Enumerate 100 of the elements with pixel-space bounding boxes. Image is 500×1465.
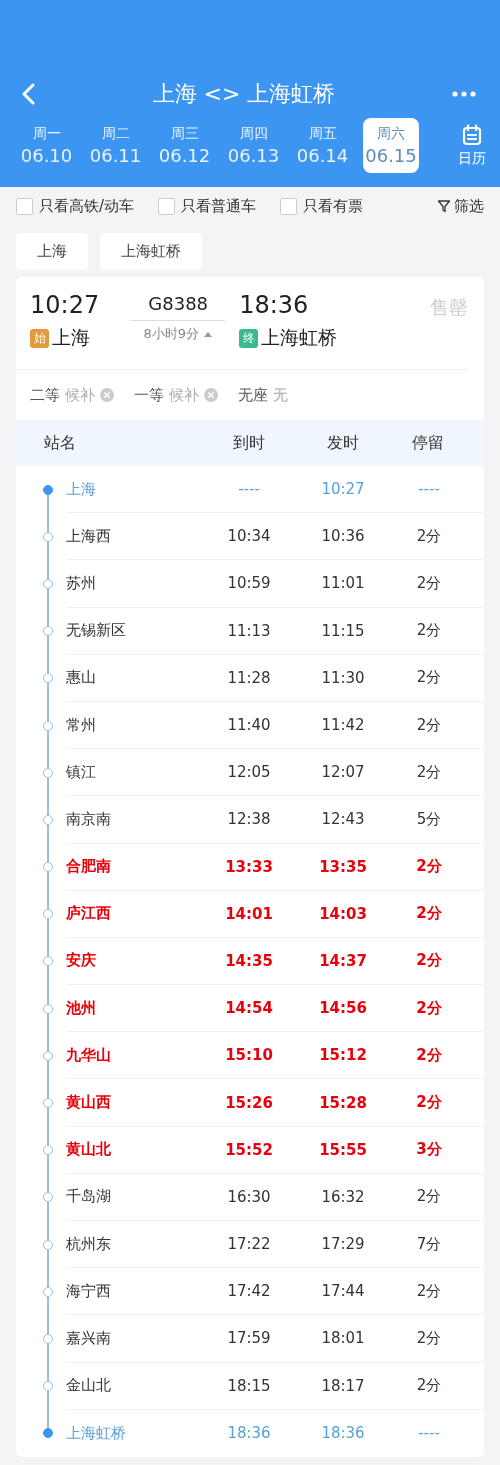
- depart-cell-text: 12:43: [320, 810, 366, 829]
- station-name: 镇江: [66, 762, 97, 782]
- arrive-cell-text: 14:01: [224, 904, 274, 923]
- start-badge: 始: [30, 328, 49, 348]
- arrive-cell-text: 11:13: [226, 621, 272, 640]
- arrive-cell-text: 11:28: [226, 668, 272, 687]
- arrive-cell-text: 12:38: [226, 810, 272, 829]
- stay-cell-text: 2分: [415, 573, 443, 593]
- depart-cell-text: 13:35: [318, 857, 368, 876]
- stay-cell-text: 2分: [415, 668, 443, 688]
- stay-cell-text: 2分: [415, 1376, 443, 1396]
- column-header: 发时: [326, 432, 360, 454]
- arrive-cell-text: 15:52: [224, 1140, 274, 1159]
- arrive-cell-text: 15:10: [224, 1046, 274, 1065]
- stay-cell-text: 2分: [415, 998, 443, 1018]
- arrive-cell-text: 15:26: [224, 1093, 274, 1112]
- station-name: 海宁西: [66, 1281, 112, 1301]
- stay-cell-text: ----: [417, 480, 441, 499]
- date-tab[interactable]: 周二 06.11: [81, 118, 150, 173]
- stay-cell-text: 2分: [415, 1328, 443, 1348]
- stay-cell-text: 2分: [415, 951, 443, 971]
- station-name: 池州: [66, 998, 97, 1018]
- stay-cell-text: ----: [417, 1424, 441, 1443]
- depart-cell-text: 14:03: [318, 904, 368, 923]
- station-tag[interactable]: 上海虹桥: [100, 233, 202, 270]
- station-name: 苏州: [66, 573, 97, 593]
- stay-cell-text: 2分: [415, 904, 443, 924]
- depart-cell-text: 17:44: [320, 1282, 366, 1301]
- stay-cell-text: 2分: [415, 1093, 443, 1113]
- stay-cell-text: 3分: [415, 1140, 443, 1160]
- page-title: 上海 <> 上海虹桥: [152, 80, 336, 108]
- duration-toggle[interactable]: 8小时9分: [143, 321, 213, 347]
- depart-cell-text: 14:37: [318, 951, 368, 970]
- arrive-cell-text: 17:59: [226, 1329, 272, 1348]
- depart-cell-text: 10:36: [320, 527, 366, 546]
- depart-cell-text: 15:55: [318, 1140, 368, 1159]
- station-name: 上海虹桥: [66, 1423, 127, 1443]
- seat-availability: 候补: [65, 385, 95, 405]
- depart-cell-text: 14:56: [318, 999, 368, 1018]
- filter-checkbox[interactable]: 只看有票: [280, 196, 364, 216]
- station-name: 上海西: [66, 526, 112, 546]
- arrive-cell-text: 18:36: [226, 1424, 272, 1443]
- column-header: 到时: [232, 432, 266, 454]
- filter-button[interactable]: 筛选: [437, 196, 484, 216]
- date-tab[interactable]: 周一 06.10: [12, 118, 81, 173]
- station-name: 杭州东: [66, 1234, 112, 1254]
- station-name: 常州: [66, 715, 97, 735]
- date-tab[interactable]: 周四 06.13: [219, 118, 288, 173]
- date-tab[interactable]: 周五 06.14: [288, 118, 357, 173]
- stay-cell-text: 2分: [415, 1281, 443, 1301]
- end-badge: 终: [239, 328, 259, 348]
- station-name: 金山北: [66, 1376, 112, 1396]
- depart-cell-text: 12:07: [320, 763, 366, 782]
- date-tab[interactable]: 周六 06.15: [363, 118, 419, 173]
- more-icon[interactable]: [452, 91, 476, 97]
- arrive-cell-text: 18:15: [226, 1376, 272, 1395]
- arrive-cell-text: 13:33: [224, 857, 274, 876]
- date-tab[interactable]: 周三 06.12: [150, 118, 219, 173]
- stay-cell-text: 2分: [415, 526, 443, 546]
- arrive-cell-text: 12:05: [226, 763, 272, 782]
- depart-time: 10:27: [30, 291, 100, 319]
- depart-cell-text: 11:15: [320, 621, 366, 640]
- to-station: 上海虹桥: [261, 325, 338, 350]
- arrive-cell-text: 17:22: [226, 1235, 272, 1254]
- station-name: 千岛湖: [66, 1187, 112, 1207]
- arrive-cell-text: 16:30: [226, 1187, 272, 1206]
- from-station: 上海: [52, 325, 90, 350]
- depart-cell-text: 18:17: [320, 1376, 366, 1395]
- calendar-button[interactable]: 日历: [454, 123, 490, 168]
- station-tag[interactable]: 上海: [16, 233, 88, 270]
- train-number: G8388: [131, 291, 226, 321]
- station-name: 九华山: [66, 1045, 112, 1065]
- stay-cell-text: 2分: [415, 857, 443, 877]
- calendar-icon: [462, 123, 482, 146]
- station-name: 嘉兴南: [66, 1328, 112, 1348]
- seat-class: 无座: [238, 385, 268, 405]
- stay-cell-text: 2分: [415, 1045, 443, 1065]
- filter-checkbox[interactable]: 只看普通车: [158, 196, 257, 216]
- depart-cell-text: 15:28: [318, 1093, 368, 1112]
- depart-cell-text: 10:27: [320, 480, 366, 499]
- arrive-cell-text: 14:35: [224, 951, 274, 970]
- station-name: 黄山北: [66, 1140, 112, 1160]
- depart-cell-text: 11:30: [320, 668, 366, 687]
- station-name: 安庆: [66, 951, 97, 971]
- arrive-cell-text: 17:42: [226, 1282, 272, 1301]
- station-name: 惠山: [66, 668, 97, 688]
- seat-class: 一等: [134, 385, 164, 405]
- depart-cell-text: 17:29: [320, 1235, 366, 1254]
- seat-class: 二等: [30, 385, 60, 405]
- back-icon[interactable]: [20, 82, 36, 106]
- station-dot: [43, 484, 53, 495]
- column-header: 停留: [410, 432, 445, 454]
- station-name: 合肥南: [66, 857, 112, 877]
- filter-checkbox[interactable]: 只看高铁/动车: [16, 196, 135, 216]
- stay-cell-text: 2分: [415, 715, 443, 735]
- station-name: 上海: [66, 479, 97, 499]
- depart-cell-text: 15:12: [318, 1046, 368, 1065]
- depart-cell-text: 18:01: [320, 1329, 366, 1348]
- stay-cell-text: 5分: [415, 809, 443, 829]
- seat-availability: 无: [273, 385, 288, 405]
